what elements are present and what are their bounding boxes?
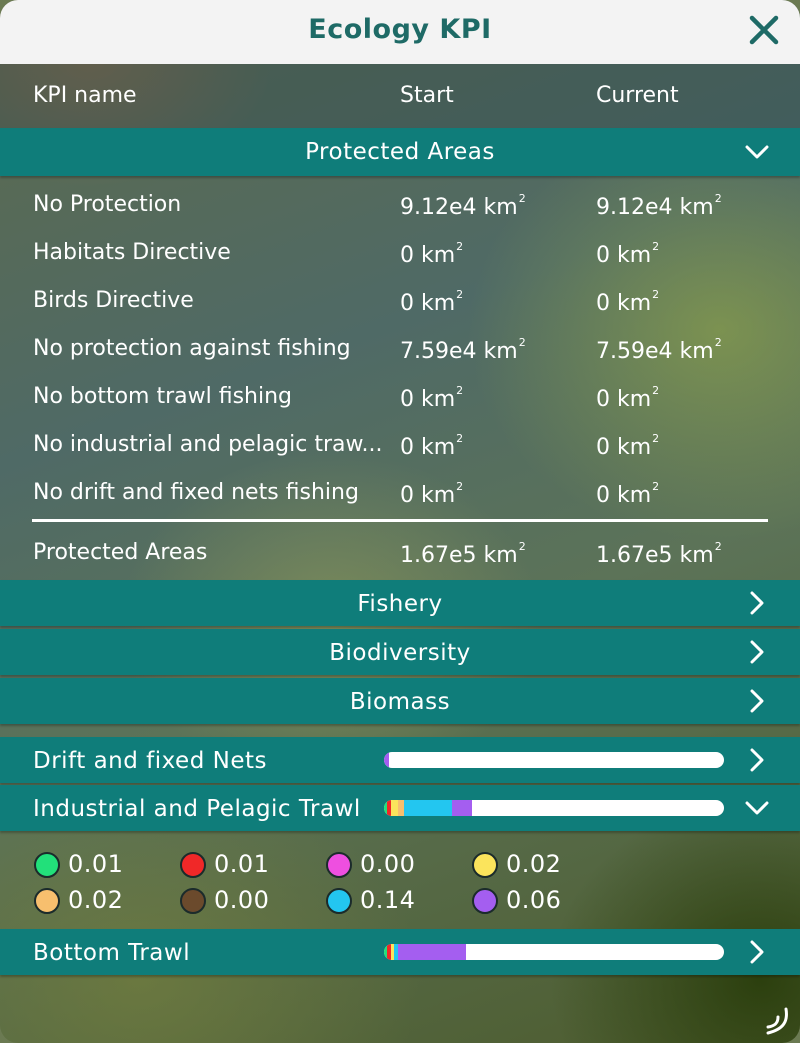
gear-label: Drift and fixed Nets [33, 748, 267, 774]
gear-label: Bottom Trawl [33, 940, 191, 966]
legend-value: 0.06 [506, 886, 562, 914]
trawl-legend: 0.01 0.01 0.00 0.02 0.02 0.00 0.14 0.06 [0, 832, 800, 928]
kpi-current: 9.12e4 km2 [596, 192, 722, 220]
legend-value: 0.00 [360, 850, 416, 878]
kpi-row: No protection against fishing 7.59e4 km2… [0, 324, 800, 372]
kpi-start: 0 km2 [400, 432, 464, 460]
legend-dot [472, 852, 498, 878]
legend-dot [326, 852, 352, 878]
kpi-name: No bottom trawl fishing [33, 384, 293, 409]
legend-value: 0.01 [68, 850, 124, 878]
kpi-name: Habitats Directive [33, 240, 231, 265]
pressure-bar [384, 800, 724, 816]
close-icon[interactable] [746, 12, 782, 48]
kpi-row: No industrial and pelagic traw... 0 km2 … [0, 420, 800, 468]
total-divider [32, 519, 768, 522]
chevron-down-icon [744, 139, 770, 165]
kpi-name: Birds Directive [33, 288, 194, 313]
pressure-segment [390, 800, 398, 816]
kpi-start: 7.59e4 km2 [400, 336, 526, 364]
kpi-start: 0 km2 [400, 288, 464, 316]
chevron-right-icon [744, 639, 770, 665]
kpi-row: No drift and fixed nets fishing 0 km2 0 … [0, 468, 800, 516]
section-label: Biodiversity [329, 640, 471, 666]
legend-value: 0.02 [506, 850, 562, 878]
legend-value: 0.14 [360, 886, 416, 914]
resize-handle-icon[interactable] [762, 1007, 792, 1037]
pressure-bar [384, 752, 724, 768]
chevron-right-icon [744, 590, 770, 616]
legend-dot [34, 852, 60, 878]
kpi-row: No Protection 9.12e4 km2 9.12e4 km2 [0, 180, 800, 228]
legend-dot [472, 888, 498, 914]
section-label: Biomass [349, 689, 451, 715]
section-protected-areas[interactable]: Protected Areas [0, 128, 800, 176]
chevron-right-icon [744, 688, 770, 714]
gear-industrial-pelagic-trawl[interactable]: Industrial and Pelagic Trawl [0, 785, 800, 831]
window-title: Ecology KPI [308, 14, 492, 45]
col-current: Current [596, 83, 679, 108]
gear-drift-fixed-nets[interactable]: Drift and fixed Nets [0, 737, 800, 783]
legend-dot [326, 888, 352, 914]
pressure-segment [452, 800, 473, 816]
pressure-bar [384, 944, 724, 960]
pressure-segment [397, 944, 466, 960]
kpi-start: 0 km2 [400, 384, 464, 412]
gear-label: Industrial and Pelagic Trawl [33, 796, 361, 822]
kpi-name: No industrial and pelagic traw... [33, 432, 383, 457]
kpi-current: 1.67e5 km2 [596, 540, 722, 568]
kpi-current: 0 km2 [596, 240, 660, 268]
kpi-row: No bottom trawl fishing 0 km2 0 km2 [0, 372, 800, 420]
column-header: KPI name Start Current [0, 64, 800, 128]
kpi-start: 9.12e4 km2 [400, 192, 526, 220]
legend-dot [180, 852, 206, 878]
legend-value: 0.02 [68, 886, 124, 914]
col-kpi-name: KPI name [33, 83, 137, 108]
kpi-name: No protection against fishing [33, 336, 351, 361]
chevron-right-icon [744, 747, 770, 773]
ecology-kpi-window: Ecology KPI KPI name Start Current Prote… [0, 0, 800, 1043]
section-label: Protected Areas [305, 139, 495, 165]
kpi-current: 0 km2 [596, 480, 660, 508]
kpi-start: 0 km2 [400, 240, 464, 268]
kpi-start: 1.67e5 km2 [400, 540, 526, 568]
kpi-row: Birds Directive 0 km2 0 km2 [0, 276, 800, 324]
kpi-name: Protected Areas [33, 540, 208, 565]
kpi-name: No drift and fixed nets fishing [33, 480, 359, 505]
kpi-start: 0 km2 [400, 480, 464, 508]
kpi-row: Habitats Directive 0 km2 0 km2 [0, 228, 800, 276]
title-bar: Ecology KPI [0, 0, 800, 64]
gear-bottom-trawl[interactable]: Bottom Trawl [0, 929, 800, 975]
pressure-segment [397, 800, 405, 816]
col-start: Start [400, 83, 454, 108]
legend-dot [34, 888, 60, 914]
section-label: Fishery [357, 591, 443, 617]
chevron-right-icon [744, 939, 770, 965]
pressure-segment [384, 752, 390, 768]
kpi-current: 0 km2 [596, 288, 660, 316]
kpi-current: 0 km2 [596, 384, 660, 412]
kpi-current: 0 km2 [596, 432, 660, 460]
pressure-segment [404, 800, 452, 816]
legend-dot [180, 888, 206, 914]
section-fishery[interactable]: Fishery [0, 580, 800, 626]
chevron-down-icon [744, 795, 770, 821]
legend-value: 0.00 [214, 886, 270, 914]
kpi-current: 7.59e4 km2 [596, 336, 722, 364]
legend-value: 0.01 [214, 850, 270, 878]
section-biomass[interactable]: Biomass [0, 678, 800, 724]
kpi-name: No Protection [33, 192, 182, 217]
kpi-total-row: Protected Areas 1.67e5 km2 1.67e5 km2 [0, 528, 800, 576]
section-biodiversity[interactable]: Biodiversity [0, 629, 800, 675]
